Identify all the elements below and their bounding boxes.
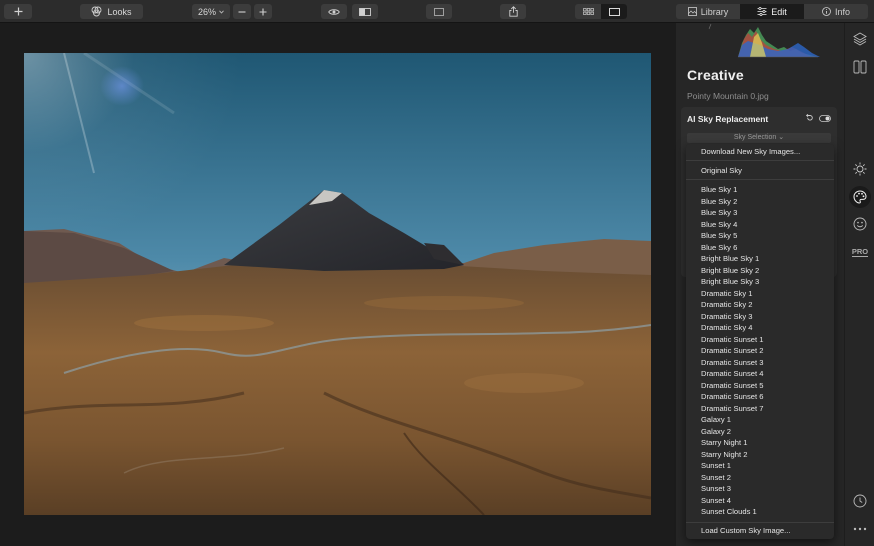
looks-label: Looks <box>107 6 132 17</box>
menu-item-sky[interactable]: Galaxy 2 <box>701 427 731 437</box>
menu-item-sky[interactable]: Dramatic Sunset 5 <box>701 381 763 391</box>
menu-item-sky[interactable]: Galaxy 1 <box>701 415 731 425</box>
menu-item-load-custom-sky[interactable]: Load Custom Sky Image... <box>701 526 790 536</box>
menu-item-sky[interactable]: Sunset 1 <box>701 461 731 471</box>
library-icon <box>687 7 697 16</box>
eye-icon <box>328 8 340 15</box>
menu-item-sky[interactable]: Dramatic Sunset 6 <box>701 392 763 402</box>
grid-icon <box>582 8 594 15</box>
single-view-button[interactable] <box>601 4 627 19</box>
menu-divider <box>686 179 834 180</box>
menu-item-sky[interactable]: Dramatic Sky 3 <box>701 312 752 322</box>
compare-button[interactable] <box>352 4 378 19</box>
histogram <box>708 23 820 58</box>
menu-item-sky[interactable]: Dramatic Sky 2 <box>701 300 752 310</box>
filter-title: AI Sky Replacement <box>687 114 769 124</box>
tab-info[interactable]: Info <box>804 4 868 19</box>
zoom-select[interactable]: 26% <box>192 4 230 19</box>
tab-library-label: Library <box>700 6 729 17</box>
mountain-photo-image <box>24 53 651 515</box>
zoom-out-button[interactable] <box>233 4 251 19</box>
landscape-photo <box>24 53 651 515</box>
chevron-down-icon: ⌄ <box>778 134 785 141</box>
menu-item-sky[interactable]: Bright Blue Sky 2 <box>701 266 759 276</box>
menu-item-sky[interactable]: Starry Night 1 <box>701 438 747 448</box>
mode-tabs: Library Edit Info <box>676 4 868 19</box>
tab-library[interactable]: Library <box>676 4 740 19</box>
menu-item-sky[interactable]: Blue Sky 3 <box>701 208 737 218</box>
menu-item-sky[interactable]: Dramatic Sky 1 <box>701 289 752 299</box>
menu-item-sky[interactable]: Sunset Clouds 1 <box>701 507 757 517</box>
single-image-icon <box>608 7 620 16</box>
menu-item-sky[interactable]: Blue Sky 2 <box>701 197 737 207</box>
compare-panels-icon[interactable] <box>852 59 868 75</box>
menu-item-original-sky[interactable]: Original Sky <box>701 166 742 176</box>
sky-selection-menu: Download New Sky Images... Original Sky … <box>686 144 834 539</box>
sky-selection-label: Sky Selection <box>733 134 777 141</box>
preview-button[interactable] <box>321 4 347 19</box>
menu-item-sky[interactable]: Bright Blue Sky 3 <box>701 277 759 287</box>
share-button[interactable] <box>500 4 526 19</box>
layers-icon[interactable] <box>852 31 868 47</box>
tab-edit-label: Edit <box>771 6 787 17</box>
minus-icon <box>238 10 246 13</box>
menu-item-sky[interactable]: Bright Blue Sky 1 <box>701 254 759 264</box>
menu-item-sky[interactable]: Dramatic Sky 4 <box>701 323 752 333</box>
menu-item-sky[interactable]: Dramatic Sunset 2 <box>701 346 763 356</box>
add-button[interactable] <box>4 4 32 19</box>
palette-icon[interactable] <box>849 186 871 208</box>
compare-icon <box>359 7 371 16</box>
menu-item-sky[interactable]: Dramatic Sunset 7 <box>701 404 763 414</box>
looks-button[interactable]: Looks <box>80 4 143 19</box>
panel-title: Creative <box>687 67 744 83</box>
image-filename: Pointy Mountain 0.jpg <box>687 91 769 101</box>
menu-item-sky[interactable]: Starry Night 2 <box>701 450 747 460</box>
face-icon[interactable] <box>852 216 868 232</box>
menu-item-sky[interactable]: Dramatic Sunset 1 <box>701 335 763 345</box>
grid-view-button[interactable] <box>575 4 601 19</box>
plus-icon <box>14 7 22 16</box>
menu-item-sky[interactable]: Dramatic Sunset 3 <box>701 358 763 368</box>
share-icon <box>508 6 518 17</box>
history-icon[interactable] <box>852 493 868 509</box>
zoom-in-button[interactable] <box>254 4 272 19</box>
sky-selection-select[interactable]: Sky Selection ⌄ <box>687 133 831 143</box>
zoom-value: 26% <box>197 6 216 17</box>
sun-icon[interactable] <box>852 161 868 177</box>
pro-icon[interactable]: PRO <box>851 244 869 260</box>
view-mode-toggle <box>575 4 627 19</box>
crop-button[interactable] <box>426 4 452 19</box>
menu-item-sky[interactable]: Blue Sky 6 <box>701 243 737 253</box>
reset-icon[interactable] <box>805 114 813 122</box>
filter-controls <box>805 114 831 122</box>
toggle-switch-icon[interactable] <box>819 114 831 122</box>
pro-label: PRO <box>851 246 869 257</box>
menu-item-sky[interactable]: Blue Sky 1 <box>701 185 737 195</box>
tool-rail: PRO <box>844 23 874 546</box>
tab-info-label: Info <box>834 6 850 17</box>
menu-item-sky[interactable]: Sunset 3 <box>701 484 731 494</box>
menu-divider <box>686 522 834 523</box>
menu-divider <box>686 160 834 161</box>
menu-item-sky[interactable]: Sunset 2 <box>701 473 731 483</box>
plus-icon <box>259 8 267 15</box>
menu-item-sky[interactable]: Blue Sky 4 <box>701 220 737 230</box>
menu-item-sky[interactable]: Sunset 4 <box>701 496 731 506</box>
tab-edit[interactable]: Edit <box>740 4 804 19</box>
menu-item-download-skies[interactable]: Download New Sky Images... <box>701 147 800 157</box>
sliders-icon <box>757 7 767 16</box>
chevron-down-icon <box>219 9 224 14</box>
menu-item-sky[interactable]: Blue Sky 5 <box>701 231 737 241</box>
top-toolbar: Looks 26% Library Edit Info <box>0 0 874 23</box>
menu-item-sky[interactable]: Dramatic Sunset 4 <box>701 369 763 379</box>
info-icon <box>822 7 831 16</box>
crop-icon <box>434 7 444 16</box>
looks-icon <box>92 6 102 17</box>
more-icon[interactable] <box>852 521 868 537</box>
image-canvas[interactable] <box>0 23 676 546</box>
